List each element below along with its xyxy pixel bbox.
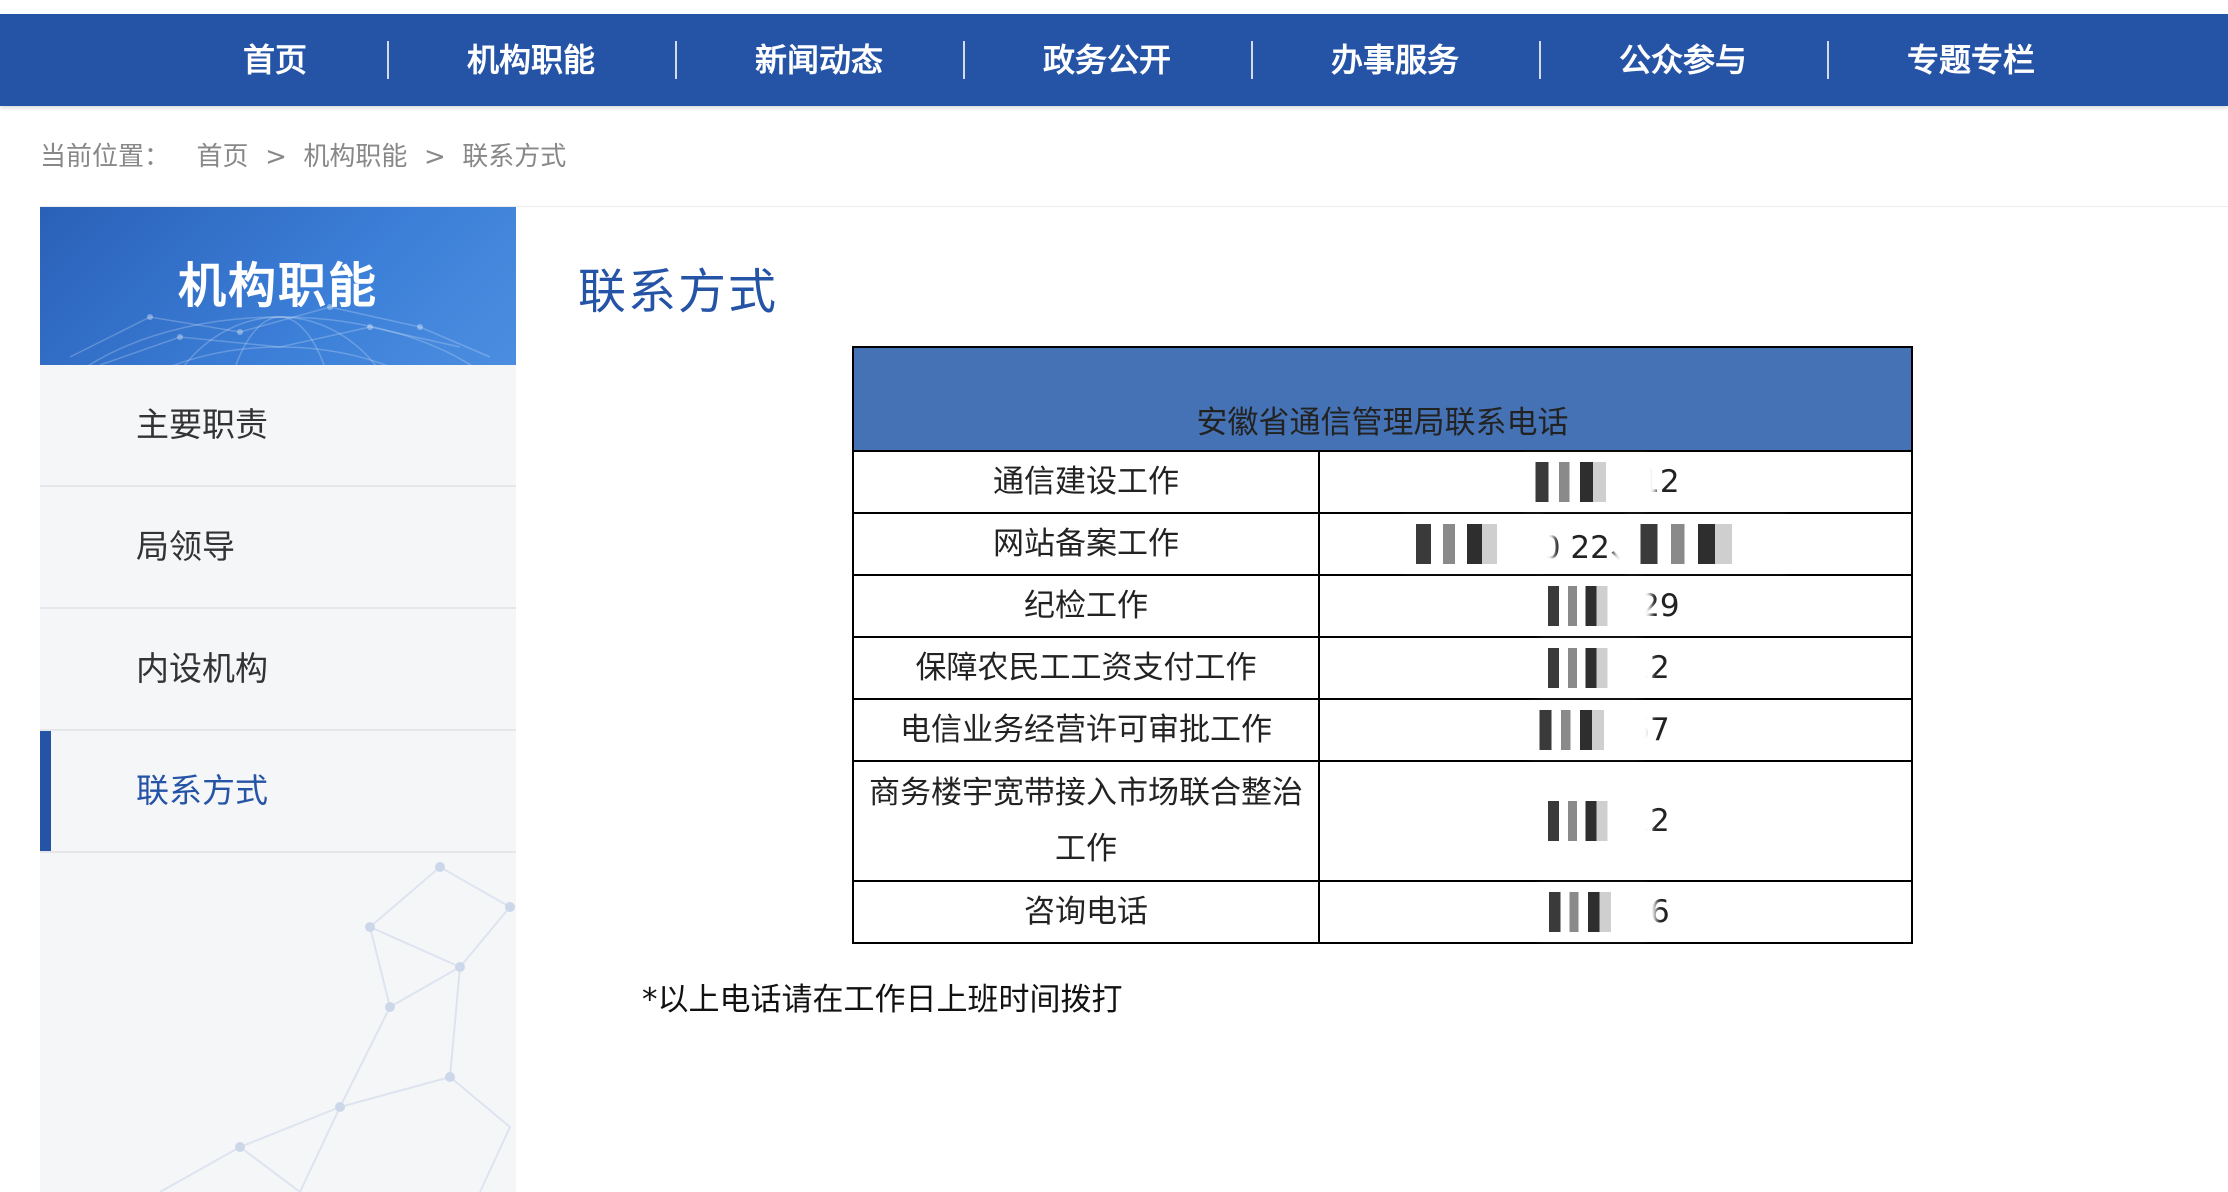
breadcrumb-prefix: 当前位置： xyxy=(40,142,171,172)
nav-item-home[interactable]: 首页 xyxy=(243,14,307,106)
department-cell: 咨询电话 xyxy=(852,880,1320,944)
page-title: 联系方式 xyxy=(578,264,779,320)
sidebar-item-departments[interactable]: 内设机构 xyxy=(40,609,516,731)
table-row: 商务楼宇宽带接入市场联合整治工作 05 712 xyxy=(852,760,1913,882)
table-row: 咨询电话 05 866 xyxy=(852,880,1913,944)
nav-item-news[interactable]: 新闻动态 xyxy=(755,14,883,106)
redaction-mask xyxy=(1535,892,1650,932)
table-row: 电信业务经营许可审批工作 05 867 xyxy=(852,698,1913,762)
breadcrumb-separator: > xyxy=(256,142,296,172)
table-row: 纪检工作 05 0729 xyxy=(852,574,1913,638)
top-nav: 首页 机构职能 新闻动态 政务公开 办事服务 公众参与 专题专栏 xyxy=(0,14,2228,106)
page: 首页 机构职能 新闻动态 政务公开 办事服务 公众参与 专题专栏 当前位置： 首… xyxy=(0,0,2228,1192)
sidebar-item-main-duties[interactable]: 主要职责 xyxy=(40,365,516,487)
nav-item-participation[interactable]: 公众参与 xyxy=(1619,14,1747,106)
breadcrumb-home-link[interactable]: 首页 xyxy=(197,140,249,174)
nav-divider xyxy=(1827,41,1829,79)
sidebar-item-label: 内设机构 xyxy=(136,649,268,688)
sidebar-item-leaders[interactable]: 局领导 xyxy=(40,487,516,609)
department-cell: 通信建设工作 xyxy=(852,450,1320,514)
sidebar-item-label: 局领导 xyxy=(136,527,235,566)
nav-item-functions[interactable]: 机构职能 xyxy=(467,14,595,106)
nav-item-gov-affairs[interactable]: 政务公开 xyxy=(1043,14,1171,106)
nav-divider xyxy=(963,41,965,79)
department-cell: 保障农民工工资支付工作 xyxy=(852,636,1320,700)
department-cell: 纪检工作 xyxy=(852,574,1320,638)
sidebar-header: 机构职能 xyxy=(40,207,516,365)
breadcrumb: 当前位置： 首页 > 机构职能 > 联系方式 xyxy=(40,140,566,174)
phone-cell: 05 712 xyxy=(1318,760,1913,882)
table-row: 保障农民工工资支付工作 05 712 xyxy=(852,636,1913,700)
active-indicator xyxy=(40,731,51,851)
contact-table: 安徽省通信管理局联系电话 通信建设工作 05 0712 网站备案工作 0 22、… xyxy=(852,346,1913,944)
nav-divider xyxy=(675,41,677,79)
department-cell: 商务楼宇宽带接入市场联合整治工作 xyxy=(852,760,1320,882)
nav-item-topics[interactable]: 专题专栏 xyxy=(1907,14,2035,106)
breadcrumb-separator: > xyxy=(415,142,455,172)
redaction-mask xyxy=(1535,586,1645,626)
redaction-mask xyxy=(1620,524,1790,564)
table-row: 网站备案工作 0 22、 18 xyxy=(852,512,1913,576)
phone-cell: 05 866 xyxy=(1318,880,1913,944)
nav-item-services[interactable]: 办事服务 xyxy=(1331,14,1459,106)
footnote: *以上电话请在工作日上班时间拨打 xyxy=(642,982,1123,1018)
table-title: 安徽省通信管理局联系电话 xyxy=(852,346,1913,452)
breadcrumb-functions-link[interactable]: 机构职能 xyxy=(303,140,407,174)
redaction-mask xyxy=(1520,462,1650,502)
redaction-mask xyxy=(1535,648,1645,688)
phone-cell: 0 22、 18 xyxy=(1318,512,1913,576)
sidebar: 机构职能 主要职责 局领导 内设机构 联系方式 xyxy=(40,207,516,1192)
sidebar-item-label: 联系方式 xyxy=(136,771,268,810)
department-cell: 电信业务经营许可审批工作 xyxy=(852,698,1320,762)
phone-cell: 05 712 xyxy=(1318,636,1913,700)
nav-divider xyxy=(387,41,389,79)
sidebar-item-label: 主要职责 xyxy=(136,405,268,444)
nav-divider xyxy=(1539,41,1541,79)
nav-divider xyxy=(1251,41,1253,79)
sidebar-title: 机构职能 xyxy=(177,258,378,314)
phone-cell: 05 0729 xyxy=(1318,574,1913,638)
department-cell: 网站备案工作 xyxy=(852,512,1320,576)
redaction-mask xyxy=(1525,710,1645,750)
breadcrumb-current: 联系方式 xyxy=(462,142,567,172)
redaction-mask xyxy=(1535,801,1645,841)
sidebar-item-contact[interactable]: 联系方式 xyxy=(40,731,516,853)
table-row: 通信建设工作 05 0712 xyxy=(852,450,1913,514)
phone-cell: 05 867 xyxy=(1318,698,1913,762)
phone-cell: 05 0712 xyxy=(1318,450,1913,514)
redaction-mask xyxy=(1398,524,1548,564)
